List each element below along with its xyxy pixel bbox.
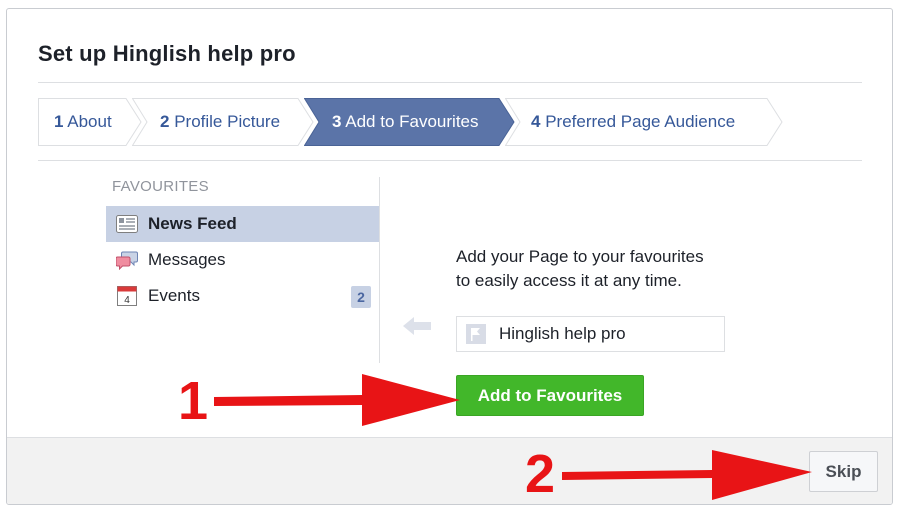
fav-item-events[interactable]: 4 Events 2 xyxy=(106,278,380,314)
favourites-description: Add your Page to your favourites to easi… xyxy=(456,245,756,293)
fav-item-label: News Feed xyxy=(148,214,237,233)
calendar-icon: 4 xyxy=(117,286,137,306)
step-preferred-page-audience-label: 4 Preferred Page Audience xyxy=(531,112,736,131)
news-feed-icon xyxy=(116,215,138,233)
title-divider xyxy=(38,82,862,83)
annotation-number-1: 1 xyxy=(178,371,209,431)
page-preview: Hinglish help pro xyxy=(456,316,725,352)
description-line-1: Add your Page to your favourites xyxy=(456,247,704,266)
fav-item-label: Events xyxy=(148,286,200,305)
flag-icon xyxy=(466,324,486,344)
fav-item-news-feed[interactable]: News Feed xyxy=(106,206,380,242)
step-progress: 1 About 2 Profile Picture 3 Add to Favou… xyxy=(38,98,798,146)
step-about-label: 1 About xyxy=(54,112,112,131)
events-count-badge: 2 xyxy=(351,286,371,308)
add-to-favourites-button[interactable]: Add to Favourites xyxy=(456,375,644,416)
fav-item-label: Messages xyxy=(148,250,226,269)
step-profile-picture-label: 2 Profile Picture xyxy=(160,112,281,131)
annotation-arrow-2 xyxy=(562,450,812,500)
annotation-arrow-1 xyxy=(214,374,460,426)
annotation-number-2: 2 xyxy=(525,444,556,504)
favourites-heading: FAVOURITES xyxy=(112,178,209,195)
page-name: Hinglish help pro xyxy=(499,324,626,343)
dialog-title: Set up Hinglish help pro xyxy=(38,41,296,66)
skip-button[interactable]: Skip xyxy=(809,451,878,492)
left-arrow-icon xyxy=(403,317,431,335)
step-add-to-favourites-label: 3 Add to Favourites xyxy=(332,112,479,131)
description-line-2: to easily access it at any time. xyxy=(456,271,682,290)
panel-divider xyxy=(379,177,380,363)
fav-item-messages[interactable]: Messages xyxy=(106,242,380,278)
svg-text:4: 4 xyxy=(124,295,130,306)
steps-divider xyxy=(38,160,862,161)
messages-icon xyxy=(116,251,138,270)
